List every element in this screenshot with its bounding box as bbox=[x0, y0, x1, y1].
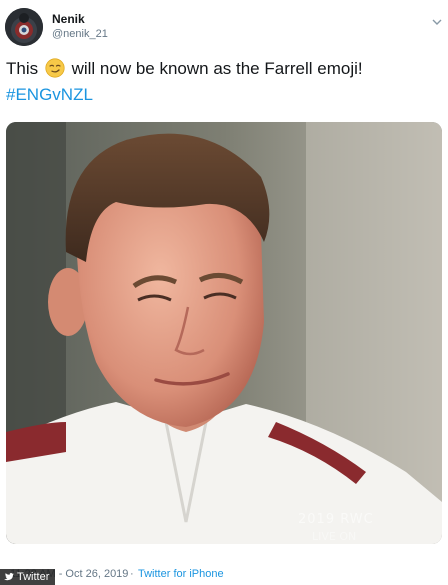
user-display-name[interactable]: Nenik bbox=[52, 12, 85, 26]
tweet-text-start: This bbox=[6, 59, 39, 78]
chevron-down-icon[interactable] bbox=[432, 14, 442, 25]
credit-label: Twitter bbox=[17, 571, 50, 583]
tweet-footer: 11:28 AM - Oct 26, 2019 · Twitter for iP… bbox=[0, 564, 448, 585]
broadcast-watermark-sub: LIVE ON bbox=[312, 530, 357, 543]
hashtag-link[interactable]: #ENGvNZL bbox=[6, 85, 93, 104]
broadcast-watermark: 2019 RWC bbox=[298, 512, 374, 527]
tweet-card: Nenik @nenik_21 This will now be known a… bbox=[0, 0, 448, 585]
tweet-text: This will now be known as the Farrell em… bbox=[6, 56, 442, 108]
image-credit: Twitter bbox=[0, 569, 56, 585]
footer-separator: · bbox=[130, 568, 134, 580]
tweet-source-link[interactable]: Twitter for iPhone bbox=[138, 568, 224, 580]
smirk-emoji-icon bbox=[45, 58, 65, 78]
user-handle[interactable]: @nenik_21 bbox=[52, 28, 108, 40]
twitter-bird-icon bbox=[4, 573, 14, 581]
tweet-text-end: will now be known as the Farrell emoji! bbox=[71, 59, 363, 78]
tweet-photo[interactable] bbox=[6, 122, 442, 544]
avatar[interactable] bbox=[5, 8, 43, 46]
